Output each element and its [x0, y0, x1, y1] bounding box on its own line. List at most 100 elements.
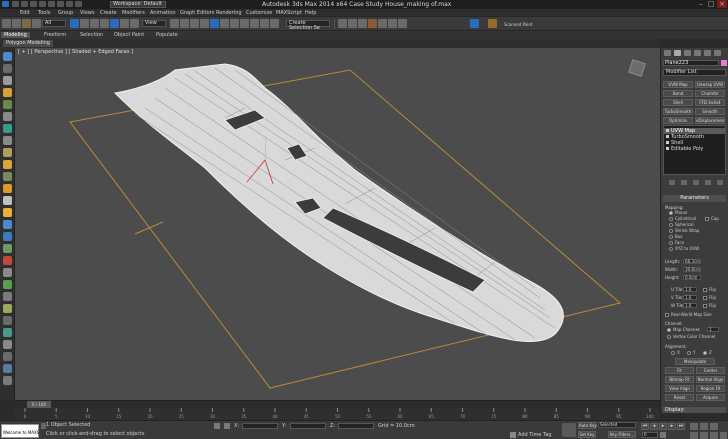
undo-icon[interactable]	[39, 1, 46, 7]
rectangular-selection-icon[interactable]	[90, 19, 99, 28]
rendered-frame-window-icon[interactable]	[388, 19, 397, 28]
auto-key-button[interactable]: Auto Key	[578, 422, 597, 429]
orbit-icon[interactable]	[710, 432, 718, 439]
redo-icon[interactable]	[12, 19, 21, 28]
curve-editor-icon[interactable]	[348, 19, 357, 28]
tool-icon-25[interactable]	[3, 340, 12, 349]
tool-icon-22[interactable]	[3, 304, 12, 313]
pan-view-icon[interactable]	[700, 432, 708, 439]
reference-coordinate-dropdown[interactable]: View	[142, 20, 166, 27]
reset-button[interactable]: Reset	[665, 394, 694, 401]
zoom-icon[interactable]	[690, 423, 698, 430]
bind-spacewarp-icon[interactable]	[32, 19, 41, 28]
optimize-button[interactable]: Optimize	[663, 117, 693, 124]
region-fit-button[interactable]: Region Fit	[696, 385, 725, 392]
hierarchy-tab-icon[interactable]	[684, 50, 691, 56]
w-tile-spinner[interactable]: 1.0	[683, 303, 697, 308]
spinner-snap-icon[interactable]	[230, 19, 239, 28]
center-button[interactable]: Center	[696, 367, 725, 374]
link-icon[interactable]	[22, 19, 31, 28]
zoom-extents-icon[interactable]	[710, 423, 718, 430]
make-unique-icon[interactable]	[693, 180, 699, 185]
tool-icon-11[interactable]	[3, 172, 12, 181]
fetch-icon[interactable]	[66, 1, 73, 7]
percent-snap-icon[interactable]	[220, 19, 229, 28]
length-spinner[interactable]: 68.3cm	[683, 259, 701, 264]
y-coordinate-field[interactable]	[290, 423, 326, 429]
tool-icon-8[interactable]	[3, 136, 12, 145]
tool-icon-20[interactable]	[3, 280, 12, 289]
tool-icon-27[interactable]	[3, 364, 12, 373]
tool-icon-3[interactable]	[3, 76, 12, 85]
z-coordinate-field[interactable]	[338, 423, 374, 429]
create-tab-icon[interactable]	[664, 50, 671, 56]
ffd-button[interactable]: FFD 4x4x4	[695, 99, 725, 106]
schematic-view-icon[interactable]	[358, 19, 367, 28]
material-editor-icon[interactable]	[368, 19, 377, 28]
tool-icon-14[interactable]	[3, 208, 12, 217]
vdisplacement-button[interactable]: vDisplacement	[695, 117, 725, 124]
play-icon[interactable]: ▸	[659, 423, 667, 430]
redo-icon[interactable]	[48, 1, 55, 7]
graphite-toggle-icon[interactable]	[338, 19, 347, 28]
acquire-button[interactable]: Acquire	[696, 394, 725, 401]
align-icon[interactable]	[260, 19, 269, 28]
set-key-button[interactable]: Set Key	[578, 431, 596, 438]
bulb-icon[interactable]	[666, 141, 669, 144]
tab-selection[interactable]: Selection	[80, 32, 103, 38]
tab-modeling[interactable]: Modeling	[1, 32, 30, 38]
object-name-field[interactable]: Plane223	[663, 60, 719, 66]
go-to-start-icon[interactable]: ⏮	[641, 423, 649, 430]
v-tile-spinner[interactable]: 1.0	[683, 295, 697, 300]
window-crossing-icon[interactable]	[100, 19, 109, 28]
tab-object-paint[interactable]: Object Paint	[114, 32, 144, 38]
viewport-layout-icon[interactable]	[3, 52, 12, 61]
v-flip-checkbox[interactable]	[703, 296, 707, 300]
render-production-icon[interactable]	[398, 19, 407, 28]
track-bar[interactable]: 0 5 10 15 20 25 30 35 40 45 50 55 60 65 70 75 80 85 90 95 10…	[15, 408, 660, 420]
tool-icon-17[interactable]	[3, 244, 12, 253]
tool-icon-24[interactable]	[3, 328, 12, 337]
modifier-stack[interactable]: UVW Map TurboSmooth Shell Editable Poly	[663, 125, 726, 175]
light-icon[interactable]	[3, 88, 12, 97]
align-z-radio[interactable]	[703, 351, 707, 355]
tab-freeform[interactable]: Freeform	[44, 32, 66, 38]
tool-icon-28[interactable]	[3, 376, 12, 385]
view-align-button[interactable]: View Align	[665, 385, 694, 392]
tool-icon-5[interactable]	[3, 100, 12, 109]
tool-icon-18[interactable]	[3, 256, 12, 265]
mapping-shrinkwrap-radio[interactable]	[669, 229, 673, 233]
display-tab-icon[interactable]	[704, 50, 711, 56]
open-file-icon[interactable]	[21, 1, 28, 7]
tool-icon-6[interactable]	[3, 112, 12, 121]
tool-icon-23[interactable]	[3, 316, 12, 325]
w-flip-checkbox[interactable]	[703, 304, 707, 308]
vertex-color-radio[interactable]	[667, 335, 671, 339]
select-object-icon[interactable]	[70, 19, 79, 28]
time-slider-thumb[interactable]: 0 / 100	[27, 401, 51, 408]
mapping-face-radio[interactable]	[669, 241, 673, 245]
angle-snap-icon[interactable]	[210, 19, 219, 28]
shell-button[interactable]: Shell	[663, 99, 693, 106]
bulb-icon[interactable]	[666, 147, 669, 150]
next-frame-icon[interactable]: ▸	[668, 423, 676, 430]
normal-align-button[interactable]: Normal Align	[696, 376, 725, 383]
configure-sets-icon[interactable]	[717, 180, 723, 185]
mapping-cylindrical-radio[interactable]	[669, 217, 673, 221]
bend-button[interactable]: Bend	[663, 90, 693, 97]
tab-populate[interactable]: Populate	[156, 32, 178, 38]
tool-icon-2[interactable]	[3, 64, 12, 73]
modify-tab-icon[interactable]	[674, 50, 681, 56]
map-channel-radio[interactable]	[667, 328, 671, 332]
polygon-modeling-panel[interactable]: Polygon Modeling	[3, 40, 53, 47]
keyboard-shortcut-icon[interactable]	[190, 19, 199, 28]
show-end-result-icon[interactable]	[681, 180, 687, 185]
display-rollout[interactable]: Display:	[663, 407, 726, 413]
hold-icon[interactable]	[57, 1, 64, 7]
named-selection-set-dropdown[interactable]: Create Selection Se	[286, 20, 330, 31]
maximize-viewport-icon[interactable]	[720, 432, 727, 439]
save-file-icon[interactable]	[30, 1, 37, 7]
u-flip-checkbox[interactable]	[703, 288, 707, 292]
tool-icon-16[interactable]	[3, 232, 12, 241]
turbosmooth-button[interactable]: TurboSmooth	[663, 108, 693, 115]
